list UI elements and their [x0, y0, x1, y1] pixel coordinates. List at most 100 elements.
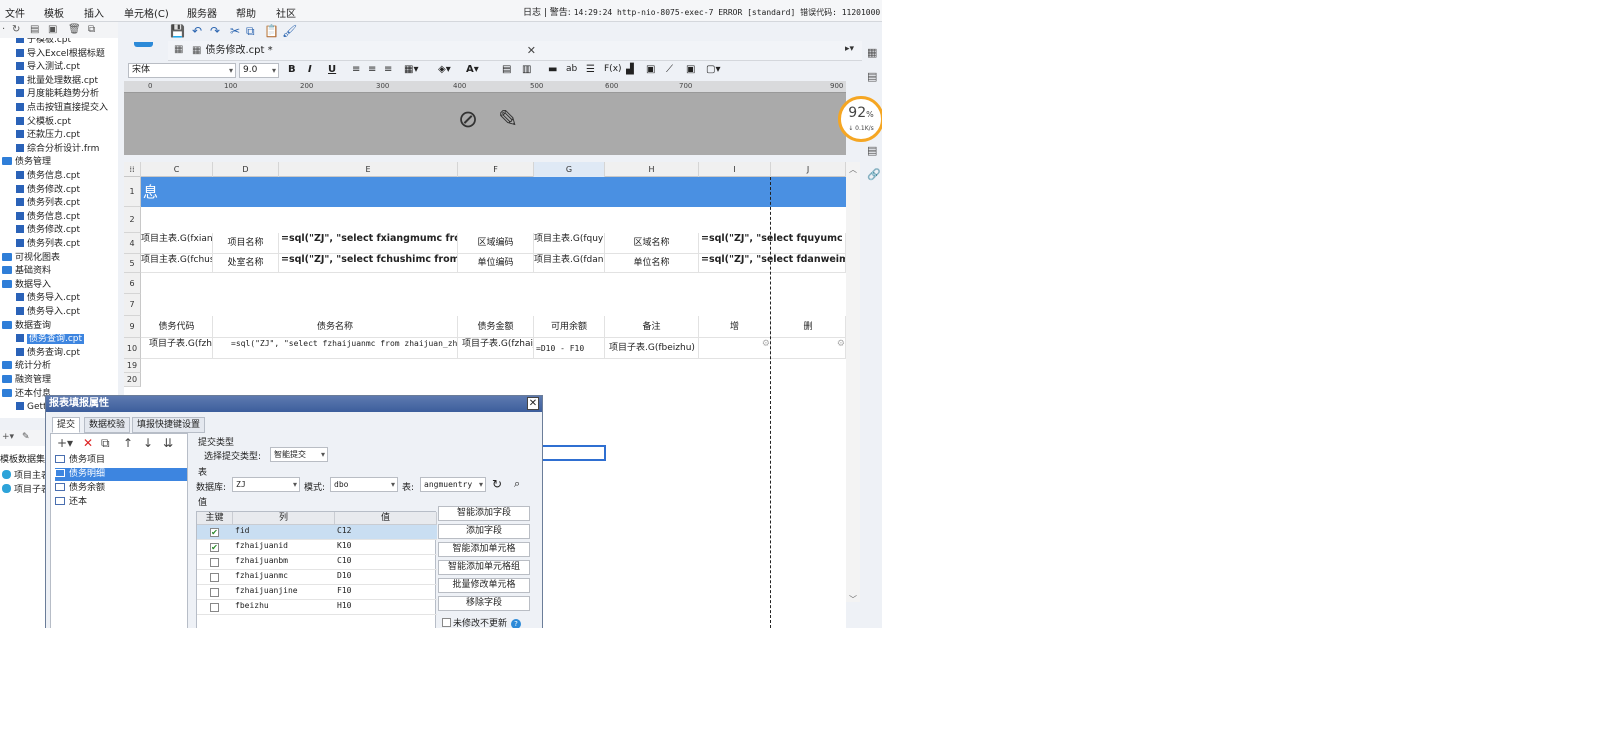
cell-h4[interactable]: 区域名称 [605, 233, 699, 254]
field-mapping-table[interactable]: 主键 列 值 ✔ fid C12 ✔ fzhaijuanid K10 fzhaijuanbm… [196, 511, 437, 628]
vertical-scrollbar[interactable]: ︿ ﹀ [846, 162, 860, 604]
refresh-icon[interactable]: ↻ [492, 477, 502, 491]
more-icon[interactable]: ▢▾ [706, 64, 720, 75]
menu-insert[interactable]: 插入 [84, 5, 104, 20]
column-value[interactable]: D10 [337, 571, 351, 580]
tree-folder[interactable]: 可视化图表 [2, 252, 60, 265]
row-header-1[interactable]: 1 [124, 177, 141, 207]
text-icon[interactable]: ab [566, 64, 577, 74]
tree-file[interactable]: 点击按钮直接提交入 [16, 102, 108, 115]
primary-key-checkbox[interactable] [210, 603, 219, 612]
menu-file[interactable]: 文件 [5, 5, 25, 20]
cell-g9[interactable]: 可用余额 [534, 316, 605, 338]
refresh-icon[interactable]: ↻ [12, 24, 20, 35]
column-h[interactable]: H [605, 162, 699, 177]
copy-icon[interactable]: ⧉ [246, 24, 255, 39]
tree-folder[interactable]: 数据查询 [2, 320, 51, 333]
cell-d4[interactable]: 项目名称 [213, 233, 279, 254]
image-icon[interactable]: ▣ [646, 64, 655, 75]
move-down-icon[interactable]: ↓ [143, 436, 153, 450]
table-row[interactable]: fzhaijuanjine F10 [197, 585, 437, 600]
grid-view-icon[interactable]: ▦ [174, 44, 183, 55]
move-up-icon[interactable]: ↑ [123, 436, 133, 450]
show-icon[interactable]: ▣ [48, 24, 57, 35]
cell-c4[interactable]: 项目主表.G(fxiangmubm) [141, 233, 213, 254]
cell-g10[interactable]: =D10 - F10 [534, 338, 605, 359]
table-row[interactable]: fzhaijuanmc D10 [197, 570, 437, 585]
title-cell[interactable]: 息 [141, 177, 846, 207]
list-item[interactable]: 债务余额 [55, 482, 187, 495]
dataset-item[interactable]: 项目主表 [2, 468, 50, 481]
tree-file[interactable]: 综合分析设计.frm [16, 143, 99, 156]
cell-h5[interactable]: 单位名称 [605, 254, 699, 273]
align-right-icon[interactable]: ≡ [384, 64, 392, 75]
cell-i4[interactable]: =sql("ZJ", "select fquyumc from jichu_qu… [699, 233, 846, 254]
widget-settings-icon[interactable]: ▤ [867, 70, 877, 83]
column-d[interactable]: D [213, 162, 279, 177]
cell-f4[interactable]: 区域编码 [458, 233, 534, 254]
tab-submit[interactable]: 提交 [52, 417, 81, 433]
tree-file[interactable]: 债务修改.cpt [16, 224, 80, 237]
edit-icon[interactable]: ✎ [22, 432, 30, 442]
delete-icon[interactable]: 🗑 [68, 24, 81, 35]
cell-d9[interactable]: 债务名称 [213, 316, 458, 338]
tree-folder[interactable]: 债务管理 [2, 156, 51, 169]
cell-d5[interactable]: 处室名称 [213, 254, 279, 273]
column-e[interactable]: E [279, 162, 458, 177]
selected-cell[interactable] [534, 445, 606, 461]
cell-c10[interactable]: 项目子表.G(fzhaijuanbm) [141, 338, 213, 359]
subreport-icon[interactable]: ▣ [686, 64, 695, 75]
font-size-select[interactable]: 9.0 ▾ [239, 63, 279, 78]
row-header-9[interactable]: 9 [124, 316, 141, 338]
table-row[interactable]: fzhaijuanbm C10 [197, 555, 437, 570]
edit-pencil-icon[interactable]: ✎ [498, 105, 518, 133]
tree-file[interactable]: 债务列表.cpt [16, 197, 80, 210]
row-header-10[interactable]: 10 [124, 338, 141, 359]
copy-icon[interactable]: ⧉ [88, 24, 95, 35]
row-header-4[interactable]: 4 [124, 233, 141, 254]
scroll-up-icon[interactable]: ︿ [849, 164, 857, 175]
tree-file[interactable]: 父模板.cpt [16, 116, 71, 129]
dataset-add-icon[interactable]: +▾ [2, 432, 14, 442]
row-header-7[interactable]: 7 [124, 294, 141, 316]
cell-c5[interactable]: 项目主表.G(fchushibm) [141, 254, 213, 273]
primary-key-checkbox[interactable] [210, 558, 219, 567]
cell-h9[interactable]: 备注 [605, 316, 699, 338]
tree-folder[interactable]: 数据导入 [2, 279, 51, 292]
dataset-item[interactable]: 项目子表 [2, 482, 50, 495]
undo-icon[interactable]: ↶ [192, 24, 202, 38]
close-tab-icon[interactable]: ✕ [527, 41, 536, 60]
help-icon[interactable]: ? [511, 619, 522, 628]
align-left-icon[interactable]: ≡ [352, 64, 360, 75]
tree-folder[interactable]: 还本付息 [2, 388, 51, 401]
add-row-icon[interactable]: ⚙ [699, 338, 771, 359]
list-item[interactable]: 债务项目 [55, 454, 187, 467]
tree-file[interactable]: 还款压力.cpt [16, 129, 80, 142]
underline-icon[interactable]: U [328, 64, 336, 75]
hide-icon[interactable]: ⊘ [458, 105, 478, 133]
table-row[interactable]: ✔ fzhaijuanid K10 [197, 540, 437, 555]
table-row[interactable]: ✔ fid C12 [197, 525, 437, 540]
cell-h10[interactable]: 项目子表.G(fbeizhu) [605, 338, 699, 359]
remove-field-button[interactable]: 移除字段 [438, 596, 530, 611]
list-item[interactable]: 还本 [55, 496, 187, 509]
unchanged-no-update-checkbox[interactable]: 未修改不更新? [442, 616, 522, 628]
tree-file[interactable]: 月度能耗趋势分析 [16, 88, 99, 101]
menu-help[interactable]: 帮助 [236, 5, 256, 20]
column-j[interactable]: J [771, 162, 846, 177]
tree-file[interactable]: 债务查询.cpt [16, 333, 85, 346]
tree-file[interactable]: 子模板.cpt [16, 38, 71, 47]
cell-g4[interactable]: 项目主表.G(fquyubm) [534, 233, 605, 254]
column-i[interactable]: I [699, 162, 771, 177]
tab-menu-icon[interactable]: ▸▾ [845, 44, 854, 54]
primary-key-checkbox[interactable]: ✔ [210, 543, 219, 552]
unmerge-icon[interactable]: ▥ [522, 64, 531, 75]
merge-icon[interactable]: ▤ [502, 64, 511, 75]
hyperlink-icon[interactable]: 🔗 [867, 168, 881, 181]
tree-folder[interactable]: 融资管理 [2, 374, 51, 387]
column-value[interactable]: K10 [337, 541, 351, 550]
menu-community[interactable]: 社区 [276, 5, 296, 20]
slash-icon[interactable]: ⟋ [666, 64, 673, 75]
font-family-select[interactable]: 宋体 ▾ [128, 63, 236, 78]
tree-file[interactable]: 导入Excel根据标题 [16, 48, 105, 61]
